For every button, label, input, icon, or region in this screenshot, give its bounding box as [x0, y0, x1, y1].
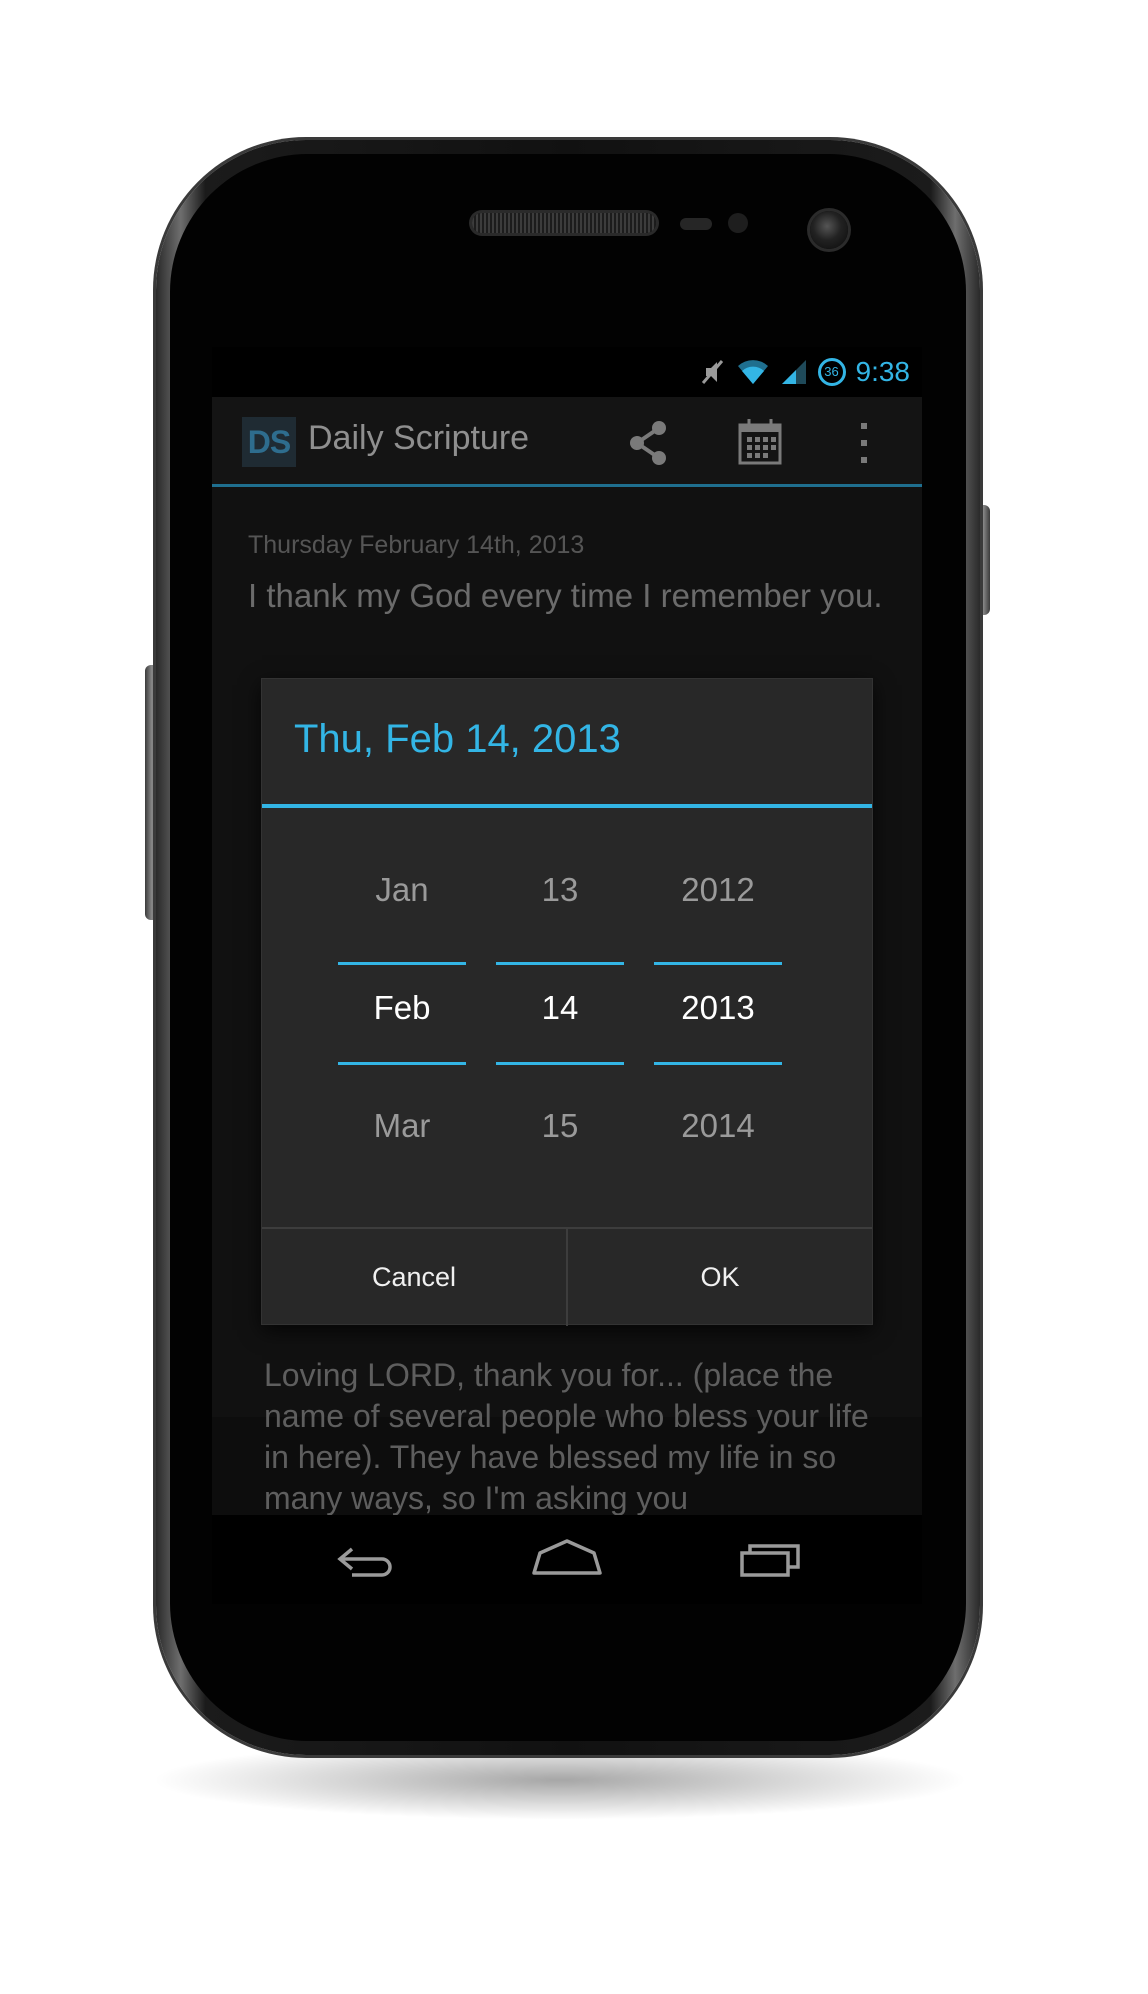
action-bar: DS Daily Scripture	[212, 397, 922, 487]
wifi-icon	[737, 360, 768, 384]
month-prev[interactable]: Jan	[338, 871, 466, 909]
home-icon	[532, 1539, 602, 1575]
overflow-menu-button[interactable]	[834, 413, 894, 473]
share-button[interactable]	[617, 413, 677, 473]
year-prev[interactable]: 2012	[654, 871, 782, 909]
picker-divider	[338, 1062, 466, 1065]
status-icons: 36 9:38	[700, 353, 911, 391]
cancel-button[interactable]: Cancel	[262, 1229, 568, 1326]
picker-divider	[654, 962, 782, 965]
calendar-icon	[738, 419, 782, 465]
year-current[interactable]: 2013	[654, 989, 782, 1027]
year-next[interactable]: 2014	[654, 1107, 782, 1145]
recent-apps-icon	[740, 1544, 800, 1577]
picker-divider	[338, 962, 466, 965]
status-bar: 36 9:38	[212, 347, 922, 397]
prayer-text: Loving LORD, thank you for... (place the…	[264, 1357, 869, 1516]
calendar-button[interactable]	[730, 413, 790, 473]
scripture-date: Thursday February 14th, 2013	[248, 531, 585, 559]
month-current[interactable]: Feb	[338, 989, 466, 1027]
picker-divider	[654, 1062, 782, 1065]
day-picker[interactable]: 13 14 15	[496, 809, 624, 1204]
app-logo[interactable]: DS	[242, 417, 296, 467]
dialog-button-bar: Cancel OK	[262, 1227, 872, 1326]
day-next[interactable]: 15	[496, 1107, 624, 1145]
dialog-divider	[262, 804, 872, 808]
year-picker[interactable]: 2012 2013 2014	[654, 809, 782, 1204]
share-icon	[630, 421, 666, 465]
picker-divider	[496, 962, 624, 965]
app-title: Daily Scripture	[308, 419, 530, 457]
day-current[interactable]: 14	[496, 989, 624, 1027]
back-button[interactable]	[322, 1535, 412, 1585]
scripture-verse: I thank my God every time I remember you…	[248, 577, 883, 614]
front-camera	[810, 211, 848, 249]
dialog-title: Thu, Feb 14, 2013	[294, 717, 621, 761]
home-button[interactable]	[522, 1535, 612, 1585]
day-prev[interactable]: 13	[496, 871, 624, 909]
picker-divider	[496, 1062, 624, 1065]
navigation-bar	[212, 1515, 922, 1604]
signal-icon	[781, 360, 806, 384]
ok-button[interactable]: OK	[568, 1229, 872, 1326]
light-sensor	[728, 213, 748, 233]
month-picker[interactable]: Jan Feb Mar	[338, 809, 466, 1204]
recent-apps-button[interactable]	[724, 1535, 814, 1585]
earpiece-speaker	[472, 213, 656, 233]
overflow-menu-icon	[861, 423, 867, 463]
date-picker-dialog: Thu, Feb 14, 2013 Jan Feb Mar 13 14 15 2…	[262, 679, 872, 1326]
mute-icon	[701, 360, 723, 384]
screen: 36 9:38 DS Daily Scripture Thursday Febr…	[212, 347, 922, 1604]
month-next[interactable]: Mar	[338, 1107, 466, 1145]
proximity-sensor	[680, 218, 712, 230]
battery-icon: 36	[817, 358, 846, 386]
back-icon	[337, 1547, 392, 1577]
status-time: 9:38	[855, 356, 911, 387]
